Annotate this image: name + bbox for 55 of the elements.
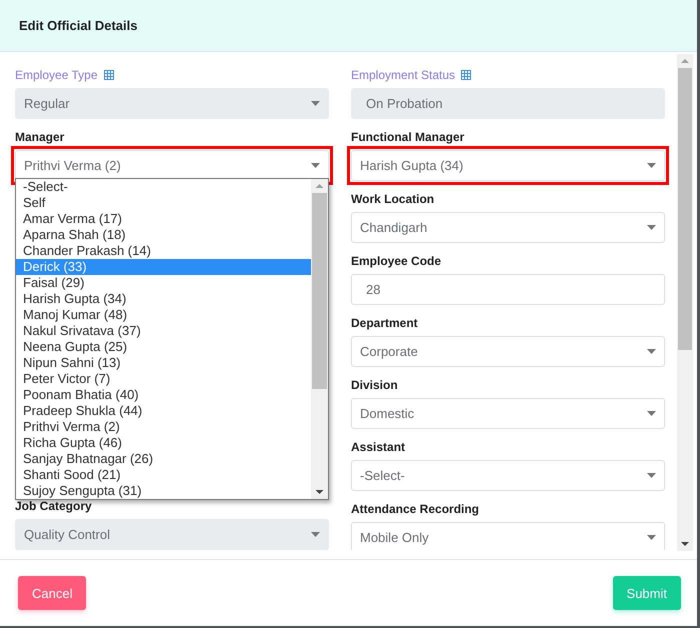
caret-icon <box>647 535 656 540</box>
dropdown-option[interactable]: -Select- <box>16 179 311 195</box>
field-label: Employment Status <box>351 67 456 83</box>
dropdown-option[interactable]: Harish Gupta (34) <box>16 291 311 307</box>
dropdown-option[interactable]: Pradeep Shukla (44) <box>16 403 311 419</box>
dialog-title: Edit Official Details <box>19 18 138 33</box>
table-icon <box>461 70 472 80</box>
dropdown-option[interactable]: Sanjay Bhatnagar (26) <box>16 451 311 467</box>
field-label: Work Location <box>351 191 434 207</box>
dropdown-option[interactable]: Shanti Sood (21) <box>16 467 311 483</box>
caret-icon <box>647 349 656 354</box>
table-icon <box>104 70 114 80</box>
select-field[interactable]: Corporate <box>351 336 665 367</box>
dropdown-option[interactable]: Richa Gupta (46) <box>16 435 311 451</box>
dropdown-option[interactable]: Aparna Shah (18) <box>16 227 311 243</box>
caret-icon <box>311 163 320 168</box>
select-field[interactable]: -Select- <box>351 460 665 491</box>
caret-icon <box>647 411 656 416</box>
caret-icon <box>647 473 656 478</box>
field-label: Functional Manager <box>351 129 464 145</box>
input-field: On Probation <box>351 88 665 119</box>
select-field[interactable]: Prithvi Verma (2) <box>15 150 329 181</box>
dropdown-option[interactable]: Self <box>16 195 311 211</box>
select-field[interactable]: Chandigarh <box>351 212 665 243</box>
field-label: Manager <box>15 129 64 145</box>
dropdown-option[interactable]: Nakul Srivatava (37) <box>16 323 311 339</box>
caret-icon <box>311 101 320 106</box>
scrollbar[interactable] <box>677 54 693 551</box>
dropdown-option[interactable]: Amar Verma (17) <box>16 211 311 227</box>
select-field[interactable]: Domestic <box>351 398 665 429</box>
caret-icon <box>311 532 320 537</box>
select-field[interactable]: Mobile Only <box>351 522 665 550</box>
field-label: Employee Type <box>15 67 98 83</box>
dropdown-option[interactable]: Chander Prakash (14) <box>16 243 311 259</box>
dropdown-option[interactable]: Poonam Bhatia (40) <box>16 387 311 403</box>
select-field: Regular <box>15 88 329 119</box>
select-field: Quality Control <box>15 519 329 550</box>
caret-icon <box>647 225 656 230</box>
dropdown-option[interactable]: Nipun Sahni (13) <box>16 355 311 371</box>
input-field[interactable]: 28 <box>351 274 665 305</box>
field-label: Job Category <box>15 498 92 514</box>
field-label: Department <box>351 315 418 331</box>
dropdown-option[interactable]: Manoj Kumar (48) <box>16 307 311 323</box>
dropdown-option[interactable]: Peter Victor (7) <box>16 371 311 387</box>
caret-icon <box>647 163 656 168</box>
dropdown-option[interactable]: Sujoy Sengupta (31) <box>16 483 311 499</box>
dropdown-option[interactable]: Neena Gupta (25) <box>16 339 311 355</box>
dropdown-option[interactable]: Prithvi Verma (2) <box>16 419 311 435</box>
field-label: Division <box>351 377 398 393</box>
scrollbar[interactable] <box>311 179 328 499</box>
dropdown-option[interactable]: Faisal (29) <box>16 275 311 291</box>
field-label: Employee Code <box>351 253 442 269</box>
field-label: Attendance Recording <box>351 501 480 517</box>
field-label: Assistant <box>351 439 406 455</box>
select-field[interactable]: Harish Gupta (34) <box>351 150 665 181</box>
